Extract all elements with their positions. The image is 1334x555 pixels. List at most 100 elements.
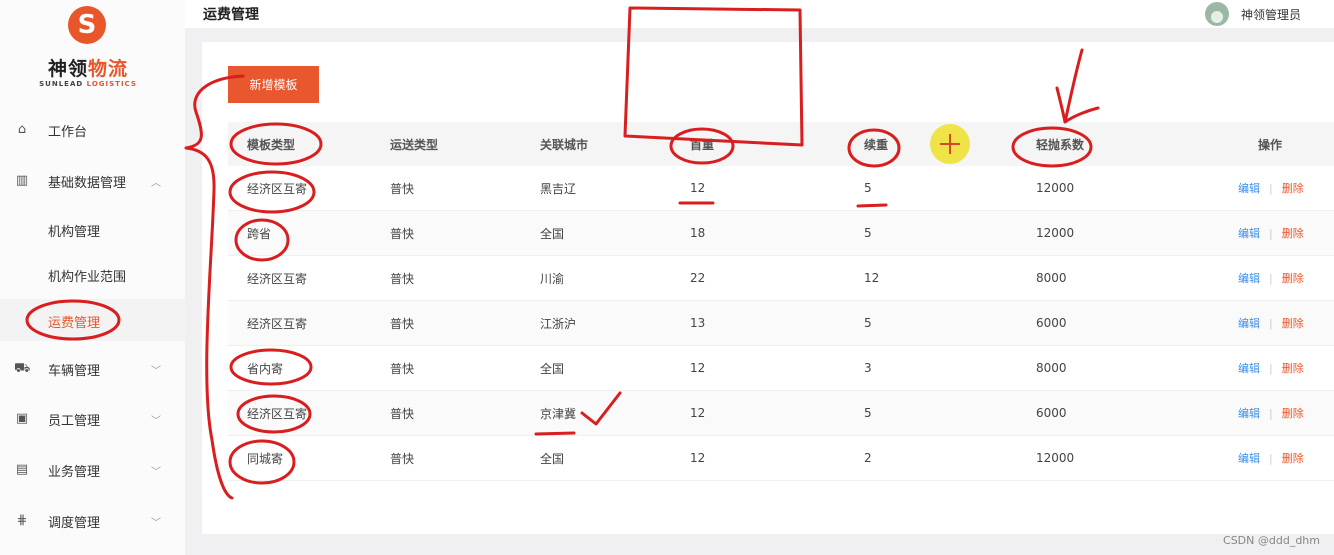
cell-transport-type: 普快 [390,451,415,466]
row-actions: 编辑 | 删除 [1238,436,1304,480]
sidebar: S 神领物流 SUNLEAD LOGISTICS ⌂ 工作台 ▥ 基础数据管理 … [0,0,185,555]
row-actions: 编辑 | 删除 [1238,301,1304,345]
table-row: 经济区互寄 普快 黑吉辽 12 5 12000 编辑 | 删除 [228,166,1334,211]
chevron-down-icon: ﹀ [151,517,161,529]
edit-link[interactable]: 编辑 [1238,360,1260,376]
cell-continued-weight: 3 [864,361,872,375]
action-separator: | [1269,181,1273,195]
page-title: 运费管理 [203,7,259,23]
delete-link[interactable]: 删除 [1282,225,1304,241]
freight-table: 模板类型 运送类型 关联城市 首重 续重 轻抛系数 操作 经济区互寄 普快 黑吉… [228,122,1334,481]
cell-template-type: 省内寄 [247,361,284,376]
edit-link[interactable]: 编辑 [1238,225,1260,241]
avatar [1205,2,1229,26]
sidebar-subitem-org[interactable]: 机构管理 [0,208,185,250]
cell-continued-weight: 5 [864,316,872,330]
edit-link[interactable]: 编辑 [1238,270,1260,286]
cell-transport-type: 普快 [390,181,415,196]
sidebar-subitem-freight[interactable]: 运费管理 [0,299,185,341]
cell-cities: 京津冀 [540,406,577,421]
row-actions: 编辑 | 删除 [1238,211,1304,255]
sidebar-item-basic-data[interactable]: ▥ 基础数据管理 ︿ [0,161,185,201]
column-header-first-weight: 首重 [690,137,715,152]
chevron-down-icon: ﹀ [151,415,161,427]
column-header-light-factor: 轻抛系数 [1036,137,1085,152]
table-row: 省内寄 普快 全国 12 3 8000 编辑 | 删除 [228,346,1334,391]
cell-cities: 黑吉辽 [540,181,577,196]
cell-template-type: 经济区互寄 [247,406,308,421]
home-icon: ⌂ [17,122,27,137]
cell-first-weight: 12 [690,451,706,465]
cell-light-factor: 8000 [1036,271,1067,285]
cell-template-type: 经济区互寄 [247,271,308,286]
dispatch-icon: ⋕ [16,513,28,528]
table-header: 模板类型 运送类型 关联城市 首重 续重 轻抛系数 操作 [228,122,1334,166]
delete-link[interactable]: 删除 [1282,315,1304,331]
sidebar-item-business[interactable]: ▤ 业务管理 ﹀ [0,450,185,490]
add-template-button[interactable]: 新增模板 [228,66,319,103]
sidebar-item-vehicles[interactable]: ⛟ 车辆管理 ﹀ [0,349,185,389]
cell-transport-type: 普快 [390,226,415,241]
watermark: CSDN @ddd_dhm [1223,534,1320,547]
cell-cities: 川渝 [540,271,565,286]
sidebar-subitem-label: 运费管理 [48,316,101,331]
cell-light-factor: 8000 [1036,361,1067,375]
edit-link[interactable]: 编辑 [1238,315,1260,331]
row-actions: 编辑 | 删除 [1238,346,1304,390]
cell-first-weight: 12 [690,406,706,420]
cell-transport-type: 普快 [390,271,415,286]
sidebar-item-label: 工作台 [48,124,88,140]
action-separator: | [1269,271,1273,285]
column-header-transport-type: 运送类型 [390,137,439,152]
action-separator: | [1269,316,1273,330]
cell-first-weight: 22 [690,271,706,285]
sidebar-item-workbench[interactable]: ⌂ 工作台 [0,110,185,150]
row-actions: 编辑 | 删除 [1238,256,1304,300]
logo-mark-icon: S [68,6,106,44]
delete-link[interactable]: 删除 [1282,450,1304,466]
action-separator: | [1269,406,1273,420]
cell-light-factor: 6000 [1036,316,1067,330]
sidebar-item-employees[interactable]: ▣ 员工管理 ﹀ [0,399,185,439]
action-separator: | [1269,226,1273,240]
cell-template-type: 跨省 [247,226,272,241]
table-row: 同城寄 普快 全国 12 2 12000 编辑 | 删除 [228,436,1334,481]
sidebar-item-label: 调度管理 [48,515,101,531]
cell-cities: 全国 [540,451,565,466]
user-menu[interactable]: 神领管理员 [1205,2,1301,26]
delete-link[interactable]: 删除 [1282,360,1304,376]
edit-link[interactable]: 编辑 [1238,450,1260,466]
chart-icon: ▥ [15,173,29,188]
action-separator: | [1269,361,1273,375]
cell-light-factor: 12000 [1036,226,1075,240]
column-header-continued-weight: 续重 [864,137,889,152]
cell-continued-weight: 5 [864,406,872,420]
cell-light-factor: 6000 [1036,406,1067,420]
cell-template-type: 经济区互寄 [247,316,308,331]
row-actions: 编辑 | 删除 [1238,391,1304,435]
delete-link[interactable]: 删除 [1282,270,1304,286]
sidebar-subitem-org-scope[interactable]: 机构作业范围 [0,253,185,295]
delete-link[interactable]: 删除 [1282,180,1304,196]
edit-link[interactable]: 编辑 [1238,405,1260,421]
sidebar-item-label: 业务管理 [48,464,101,480]
column-header-template-type: 模板类型 [247,137,296,152]
sidebar-item-label: 员工管理 [48,413,101,429]
table-body: 经济区互寄 普快 黑吉辽 12 5 12000 编辑 | 删除 跨省 普快 全国 1… [228,166,1334,481]
cell-template-type: 同城寄 [247,451,284,466]
table-row: 经济区互寄 普快 京津冀 12 5 6000 编辑 | 删除 [228,391,1334,436]
cell-continued-weight: 5 [864,226,872,240]
cell-light-factor: 12000 [1036,181,1075,195]
cell-continued-weight: 12 [864,271,880,285]
cell-first-weight: 18 [690,226,706,240]
cell-first-weight: 12 [690,181,706,195]
id-card-icon: ▣ [15,411,29,426]
header: 运费管理 [185,0,1334,28]
cell-transport-type: 普快 [390,406,415,421]
freight-template-card: 新增模板 模板类型 运送类型 关联城市 首重 续重 轻抛系数 操作 经济区互寄 … [202,42,1334,534]
logo-english: SUNLEAD LOGISTICS [39,80,137,88]
sidebar-item-dispatch[interactable]: ⋕ 调度管理 ﹀ [0,501,185,541]
cell-transport-type: 普快 [390,316,415,331]
edit-link[interactable]: 编辑 [1238,180,1260,196]
delete-link[interactable]: 删除 [1282,405,1304,421]
